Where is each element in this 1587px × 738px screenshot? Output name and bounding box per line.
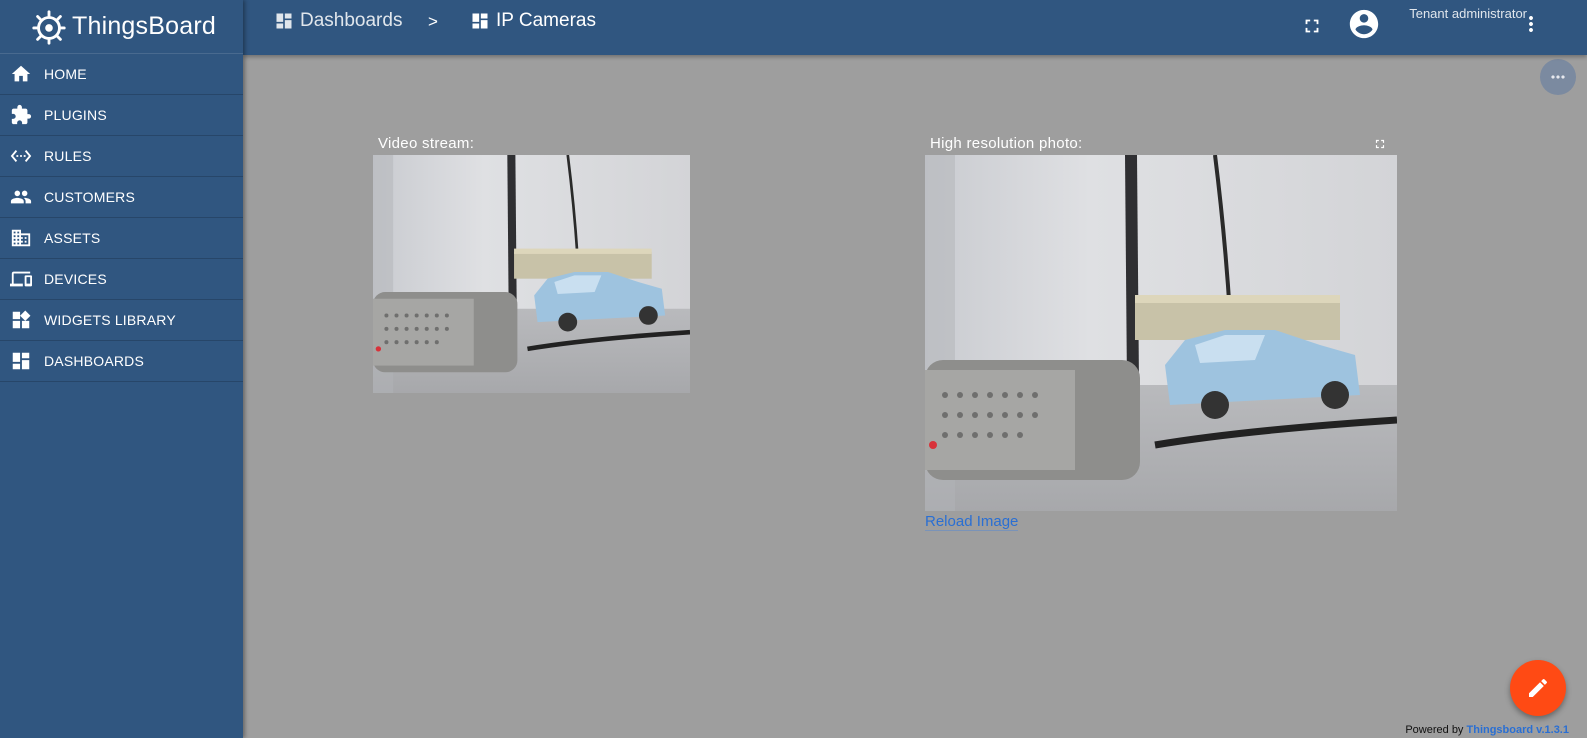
reload-image-link[interactable]: Reload Image <box>925 513 1019 531</box>
widget-fullscreen-button[interactable] <box>1373 137 1387 151</box>
sidebar-item-home[interactable]: HOME <box>0 54 243 95</box>
sidebar-item-label: DASHBOARDS <box>44 353 145 369</box>
dashboard-content: Video stream: High resolution photo: Rel… <box>243 55 1587 738</box>
powered-by-prefix: Powered by <box>1405 724 1464 736</box>
sidebar-item-label: CUSTOMERS <box>44 189 135 205</box>
more-vert-icon <box>1529 16 1533 32</box>
sidebar-item-rules[interactable]: RULES <box>0 136 243 177</box>
sidebar-item-label: ASSETS <box>44 230 101 246</box>
settings-ethernet-icon <box>10 145 32 167</box>
widgets-icon <box>10 309 32 331</box>
fullscreen-button[interactable] <box>1301 15 1323 37</box>
sidebar-item-label: WIDGETS LIBRARY <box>44 312 176 328</box>
breadcrumb-ip-cameras[interactable]: IP Cameras <box>470 10 596 32</box>
widget-title: Video stream: <box>378 135 475 152</box>
top-toolbar: Dashboards > IP Cameras Tenant administr… <box>243 0 1587 55</box>
user-avatar[interactable] <box>1347 7 1381 41</box>
brand[interactable]: ThingsBoard <box>0 0 243 54</box>
sidebar-item-dashboards[interactable]: DASHBOARDS <box>0 341 243 382</box>
people-icon <box>10 186 32 208</box>
thingsboard-logo-icon <box>32 9 66 45</box>
breadcrumb-dashboards[interactable]: Dashboards <box>274 10 402 32</box>
dashboard-icon <box>472 13 488 29</box>
fullscreen-icon <box>1305 19 1319 33</box>
edit-icon <box>1529 678 1548 697</box>
breadcrumb-separator: > <box>428 12 438 31</box>
video-stream-widget: Video stream: <box>373 135 690 393</box>
more-horiz-icon <box>1551 75 1565 79</box>
account-circle-icon <box>1349 9 1379 39</box>
sidebar-item-label: DEVICES <box>44 271 107 287</box>
widget-title: High resolution photo: <box>930 135 1083 152</box>
user-role: Tenant administrator <box>1409 6 1527 21</box>
sidebar-item-customers[interactable]: CUSTOMERS <box>0 177 243 218</box>
breadcrumb-label: IP Cameras <box>496 10 596 31</box>
high-resolution-photo-image[interactable] <box>925 155 1397 511</box>
powered-by: Powered by Thingsboard v.1.3.1 <box>1405 724 1569 736</box>
app-name: ThingsBoard <box>72 12 216 40</box>
home-icon <box>10 63 32 85</box>
sidebar-item-widgets-library[interactable]: WIDGETS LIBRARY <box>0 300 243 341</box>
breadcrumb-label: Dashboards <box>300 10 403 31</box>
edit-dashboard-button[interactable] <box>1510 660 1566 716</box>
dashboard-icon <box>276 13 292 29</box>
sidebar-item-plugins[interactable]: PLUGINS <box>0 95 243 136</box>
dashboard-icon <box>10 350 32 372</box>
puzzle-icon <box>10 104 32 126</box>
sidebar: ThingsBoard HOME PLUGINS RULES CUSTOMERS… <box>0 0 243 738</box>
sidebar-item-label: RULES <box>44 148 92 164</box>
sidebar-item-devices[interactable]: DEVICES <box>0 259 243 300</box>
thingsboard-version-link[interactable]: Thingsboard v.1.3.1 <box>1467 724 1570 736</box>
domain-icon <box>10 227 32 249</box>
fullscreen-icon <box>1375 139 1385 149</box>
sidebar-item-label: HOME <box>44 66 87 82</box>
sidebar-item-assets[interactable]: ASSETS <box>0 218 243 259</box>
dashboard-menu-button[interactable] <box>1540 59 1576 95</box>
video-stream-image[interactable] <box>373 155 690 393</box>
sidebar-item-label: PLUGINS <box>44 107 107 123</box>
user-menu-button[interactable] <box>1519 12 1543 36</box>
high-resolution-photo-widget: High resolution photo: Reload Image <box>925 135 1397 531</box>
devices-icon <box>10 268 32 290</box>
